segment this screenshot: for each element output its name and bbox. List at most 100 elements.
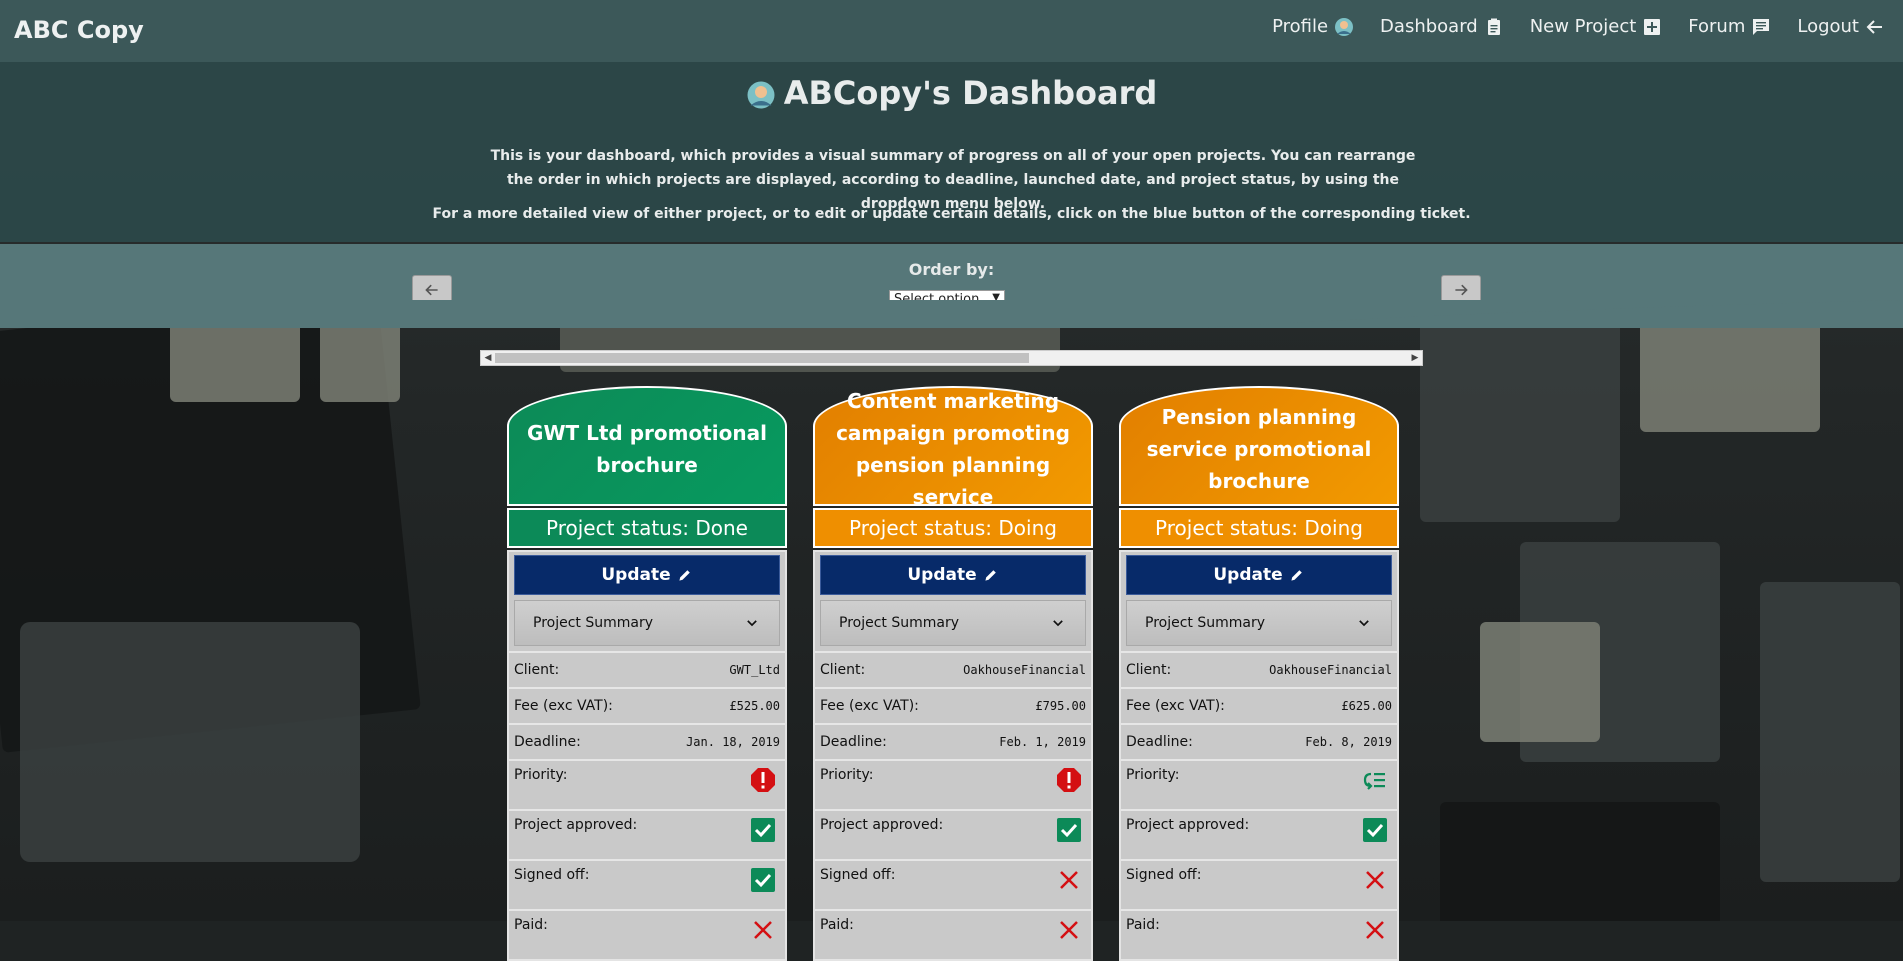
approved-row: Project approved: [509, 809, 785, 859]
cards-scrollbar[interactable]: ◀ ▶ [480, 350, 1423, 366]
navbar: ABC Copy Profile Dashboard New Project F… [0, 0, 1903, 62]
avatar-icon [747, 81, 775, 109]
update-label: Update [907, 565, 977, 585]
fee-label: Fee (exc VAT): [820, 698, 919, 714]
signed-row: Signed off: [815, 859, 1091, 909]
deadline-row: Deadline: Feb. 1, 2019 [815, 723, 1091, 759]
high-priority-icon [1057, 768, 1081, 792]
deadline-value: Feb. 8, 2019 [1305, 735, 1392, 749]
nav-new-project-label: New Project [1529, 16, 1637, 37]
high-priority-icon [751, 768, 775, 792]
paid-row: Paid: [509, 909, 785, 959]
nav-forum-label: Forum [1688, 16, 1746, 37]
brand-logo[interactable]: ABC Copy [14, 16, 144, 44]
cross-icon [1366, 871, 1384, 889]
nav-logout[interactable]: Logout [1797, 16, 1885, 37]
deadline-row: Deadline: Feb. 8, 2019 [1121, 723, 1397, 759]
avatar-icon [1335, 17, 1354, 36]
fee-value: £795.00 [1035, 699, 1086, 713]
client-label: Client: [1126, 662, 1172, 678]
project-summary-toggle[interactable]: Project Summary [1126, 600, 1392, 646]
arrow-left-icon [425, 284, 438, 296]
priority-row: Priority: [815, 759, 1091, 809]
page-title-text: ABCopy's Dashboard [783, 74, 1158, 112]
client-value: OakhouseFinancial [963, 663, 1086, 677]
project-title: GWT Ltd promotional brochure [507, 386, 787, 506]
checkbox-checked-icon [751, 818, 775, 842]
update-label: Update [601, 565, 671, 585]
order-label: Order by: [908, 260, 995, 279]
fee-row: Fee (exc VAT): £525.00 [509, 687, 785, 723]
project-status: Project status: Doing [813, 508, 1093, 548]
project-card: Pension planning service promotional bro… [1119, 386, 1399, 961]
nav-menu: Profile Dashboard New Project Forum Logo… [1272, 16, 1885, 37]
project-summary-toggle[interactable]: Project Summary [514, 600, 780, 646]
fee-value: £525.00 [729, 699, 780, 713]
scroll-left-icon[interactable]: ◀ [483, 353, 493, 363]
approved-label: Project approved: [820, 817, 944, 833]
nav-dashboard[interactable]: Dashboard [1380, 16, 1504, 37]
update-button[interactable]: Update [514, 555, 780, 595]
signed-row: Signed off: [509, 859, 785, 909]
project-summary-toggle[interactable]: Project Summary [820, 600, 1086, 646]
signed-label: Signed off: [514, 867, 590, 883]
fee-row: Fee (exc VAT): £625.00 [1121, 687, 1397, 723]
client-row: Client: OakhouseFinancial [1121, 651, 1397, 687]
paid-label: Paid: [514, 917, 548, 933]
checkbox-checked-icon [1363, 818, 1387, 842]
signed-label: Signed off: [820, 867, 896, 883]
scroll-right-icon[interactable]: ▶ [1410, 353, 1420, 363]
priority-row: Priority: [1121, 759, 1397, 809]
project-status: Project status: Doing [1119, 508, 1399, 548]
project-card: Content marketing campaign promoting pen… [813, 386, 1093, 961]
scrollbar-thumb[interactable] [495, 353, 1029, 363]
fee-row: Fee (exc VAT): £795.00 [815, 687, 1091, 723]
low-priority-icon [1363, 772, 1385, 790]
deadline-label: Deadline: [514, 734, 581, 750]
priority-label: Priority: [514, 767, 568, 783]
arrow-right-icon [1455, 284, 1468, 296]
nav-new-project[interactable]: New Project [1530, 16, 1663, 37]
signed-label: Signed off: [1126, 867, 1202, 883]
nav-forum[interactable]: Forum [1688, 16, 1771, 37]
approved-label: Project approved: [514, 817, 638, 833]
chat-icon [1753, 18, 1770, 35]
update-label: Update [1213, 565, 1283, 585]
fee-label: Fee (exc VAT): [514, 698, 613, 714]
approved-label: Project approved: [1126, 817, 1250, 833]
project-details: Update Project Summary Client: GWT_Ltd Fe… [507, 550, 787, 961]
client-label: Client: [820, 662, 866, 678]
deadline-value: Feb. 1, 2019 [999, 735, 1086, 749]
deadline-label: Deadline: [1126, 734, 1193, 750]
dashboard-header: ABCopy's Dashboard This is your dashboar… [0, 62, 1903, 242]
paid-row: Paid: [1121, 909, 1397, 959]
page-title: ABCopy's Dashboard [0, 74, 1903, 112]
chevron-down-icon [747, 620, 757, 627]
pencil-icon [1291, 570, 1302, 581]
project-title: Content marketing campaign promoting pen… [813, 386, 1093, 509]
client-label: Client: [514, 662, 560, 678]
nav-profile[interactable]: Profile [1272, 16, 1354, 37]
nav-logout-label: Logout [1797, 16, 1859, 37]
checkbox-checked-icon [751, 868, 775, 892]
client-row: Client: OakhouseFinancial [815, 651, 1091, 687]
fee-value: £625.00 [1341, 699, 1392, 713]
update-button[interactable]: Update [820, 555, 1086, 595]
summary-label: Project Summary [839, 615, 960, 631]
priority-row: Priority: [509, 759, 785, 809]
cross-icon [1060, 871, 1078, 889]
intro-text-2: For a more detailed view of either proje… [432, 206, 1471, 222]
deadline-value: Jan. 18, 2019 [686, 735, 780, 749]
clipboard-icon [1487, 18, 1500, 35]
priority-label: Priority: [820, 767, 874, 783]
update-button[interactable]: Update [1126, 555, 1392, 595]
order-bar-curve [0, 300, 1903, 328]
nav-dashboard-label: Dashboard [1380, 16, 1478, 37]
summary-label: Project Summary [1145, 615, 1266, 631]
deadline-row: Deadline: Jan. 18, 2019 [509, 723, 785, 759]
project-card: GWT Ltd promotional brochure Project sta… [507, 386, 787, 961]
project-title: Pension planning service promotional bro… [1119, 386, 1399, 506]
paid-label: Paid: [820, 917, 854, 933]
project-status: Project status: Done [507, 508, 787, 548]
fee-label: Fee (exc VAT): [1126, 698, 1225, 714]
